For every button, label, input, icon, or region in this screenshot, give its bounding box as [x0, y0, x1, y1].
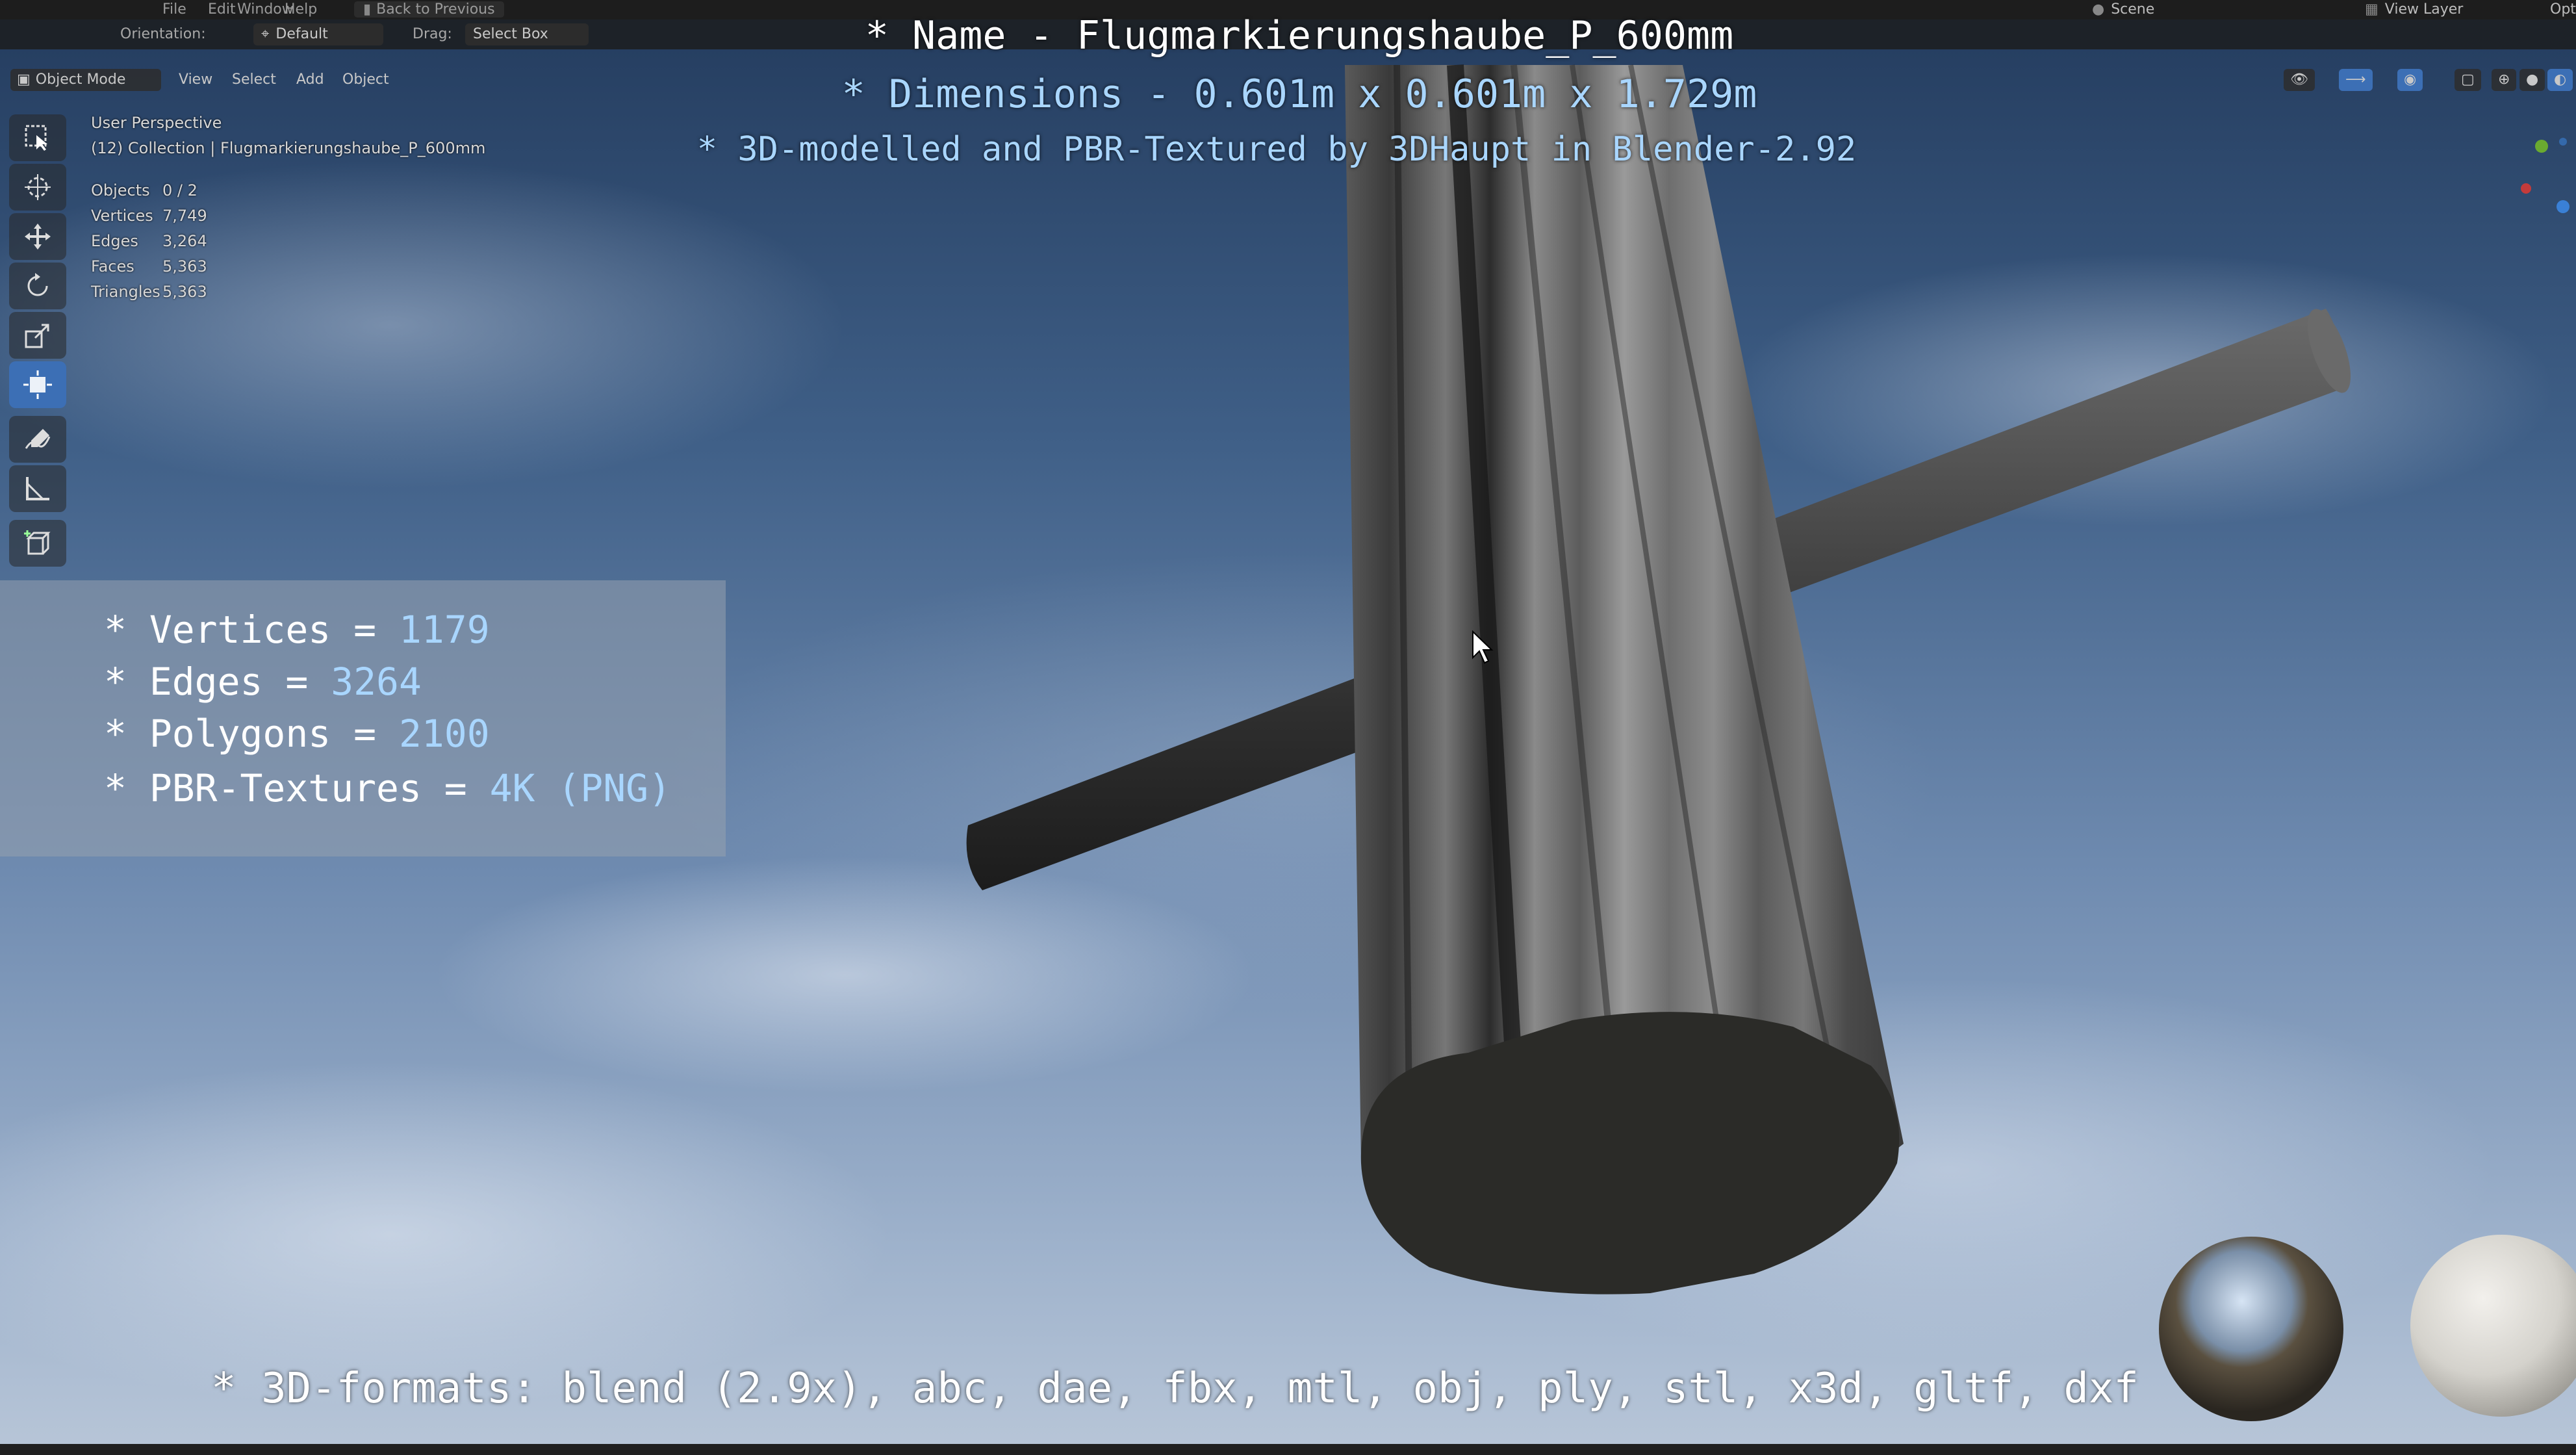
title-name: * Name - Flugmarkierungshaube_P_600mm	[865, 13, 1734, 58]
transform-tool-icon	[23, 370, 52, 399]
stat-label: Vertices	[91, 207, 153, 225]
rotate-tool[interactable]	[9, 263, 66, 309]
stat-label: Edges	[91, 232, 138, 250]
title-dimensions: * Dimensions - 0.601m x 0.601m x 1.729m	[841, 71, 1757, 117]
stat-label: Triangles	[91, 283, 160, 301]
chrome-sphere-preview	[2159, 1237, 2343, 1421]
info-label: * PBR-Textures =	[104, 766, 490, 810]
annotate-tool[interactable]	[9, 416, 66, 463]
stat-value: 5,363	[162, 257, 207, 276]
scale-tool[interactable]	[9, 312, 66, 359]
model-info-box: * Vertices = 1179 * Edges = 3264 * Polyg…	[0, 580, 726, 856]
left-toolbar	[9, 114, 66, 569]
stat-triangles: Triangles 5,363	[91, 283, 207, 301]
info-pbr-textures: * PBR-Textures = 4K (PNG)	[104, 766, 671, 810]
title-model-credit: * 3D-modelled and PBR-Textured by 3DHaup…	[696, 130, 1857, 169]
transform-tool[interactable]	[9, 361, 66, 408]
stat-label: Faces	[91, 257, 134, 276]
info-edges: * Edges = 3264	[104, 660, 422, 704]
status-bar	[0, 1444, 2576, 1455]
stat-value: 5,363	[162, 283, 207, 301]
measure-tool-icon	[26, 477, 49, 500]
stat-label: Objects	[91, 181, 150, 200]
stat-value: 7,749	[162, 207, 207, 225]
info-value: 1179	[398, 608, 490, 652]
stat-objects: Objects 0 / 2	[91, 181, 198, 200]
cursor-tool-icon	[25, 174, 51, 200]
scale-tool-icon	[25, 324, 49, 348]
matte-sphere-preview	[2410, 1235, 2576, 1417]
info-vertices: * Vertices = 1179	[104, 608, 490, 652]
move-tool-icon	[25, 224, 51, 250]
move-tool[interactable]	[9, 213, 66, 260]
info-label: * Vertices =	[104, 608, 399, 652]
stat-faces: Faces 5,363	[91, 257, 207, 276]
add-cube-tool[interactable]	[9, 520, 66, 567]
info-polygons: * Polygons = 2100	[104, 712, 490, 756]
info-label: * Edges =	[104, 660, 331, 704]
stat-value: 3,264	[162, 232, 207, 250]
measure-tool[interactable]	[9, 465, 66, 512]
cursor-tool[interactable]	[9, 164, 66, 211]
info-value: 2100	[398, 712, 490, 756]
formats-caption: * 3D-formats: blend (2.9x), abc, dae, fb…	[211, 1365, 2139, 1413]
stat-value: 0 / 2	[162, 181, 198, 200]
stat-edges: Edges 3,264	[91, 232, 207, 250]
info-value: 4K (PNG)	[489, 766, 671, 810]
info-value: 3264	[331, 660, 422, 704]
add-cube-tool-icon	[24, 530, 51, 555]
stat-vertices: Vertices 7,749	[91, 207, 207, 225]
annotate-tool-icon	[25, 429, 51, 449]
info-label: * Polygons =	[104, 712, 399, 756]
rotate-tool-icon	[27, 273, 48, 296]
